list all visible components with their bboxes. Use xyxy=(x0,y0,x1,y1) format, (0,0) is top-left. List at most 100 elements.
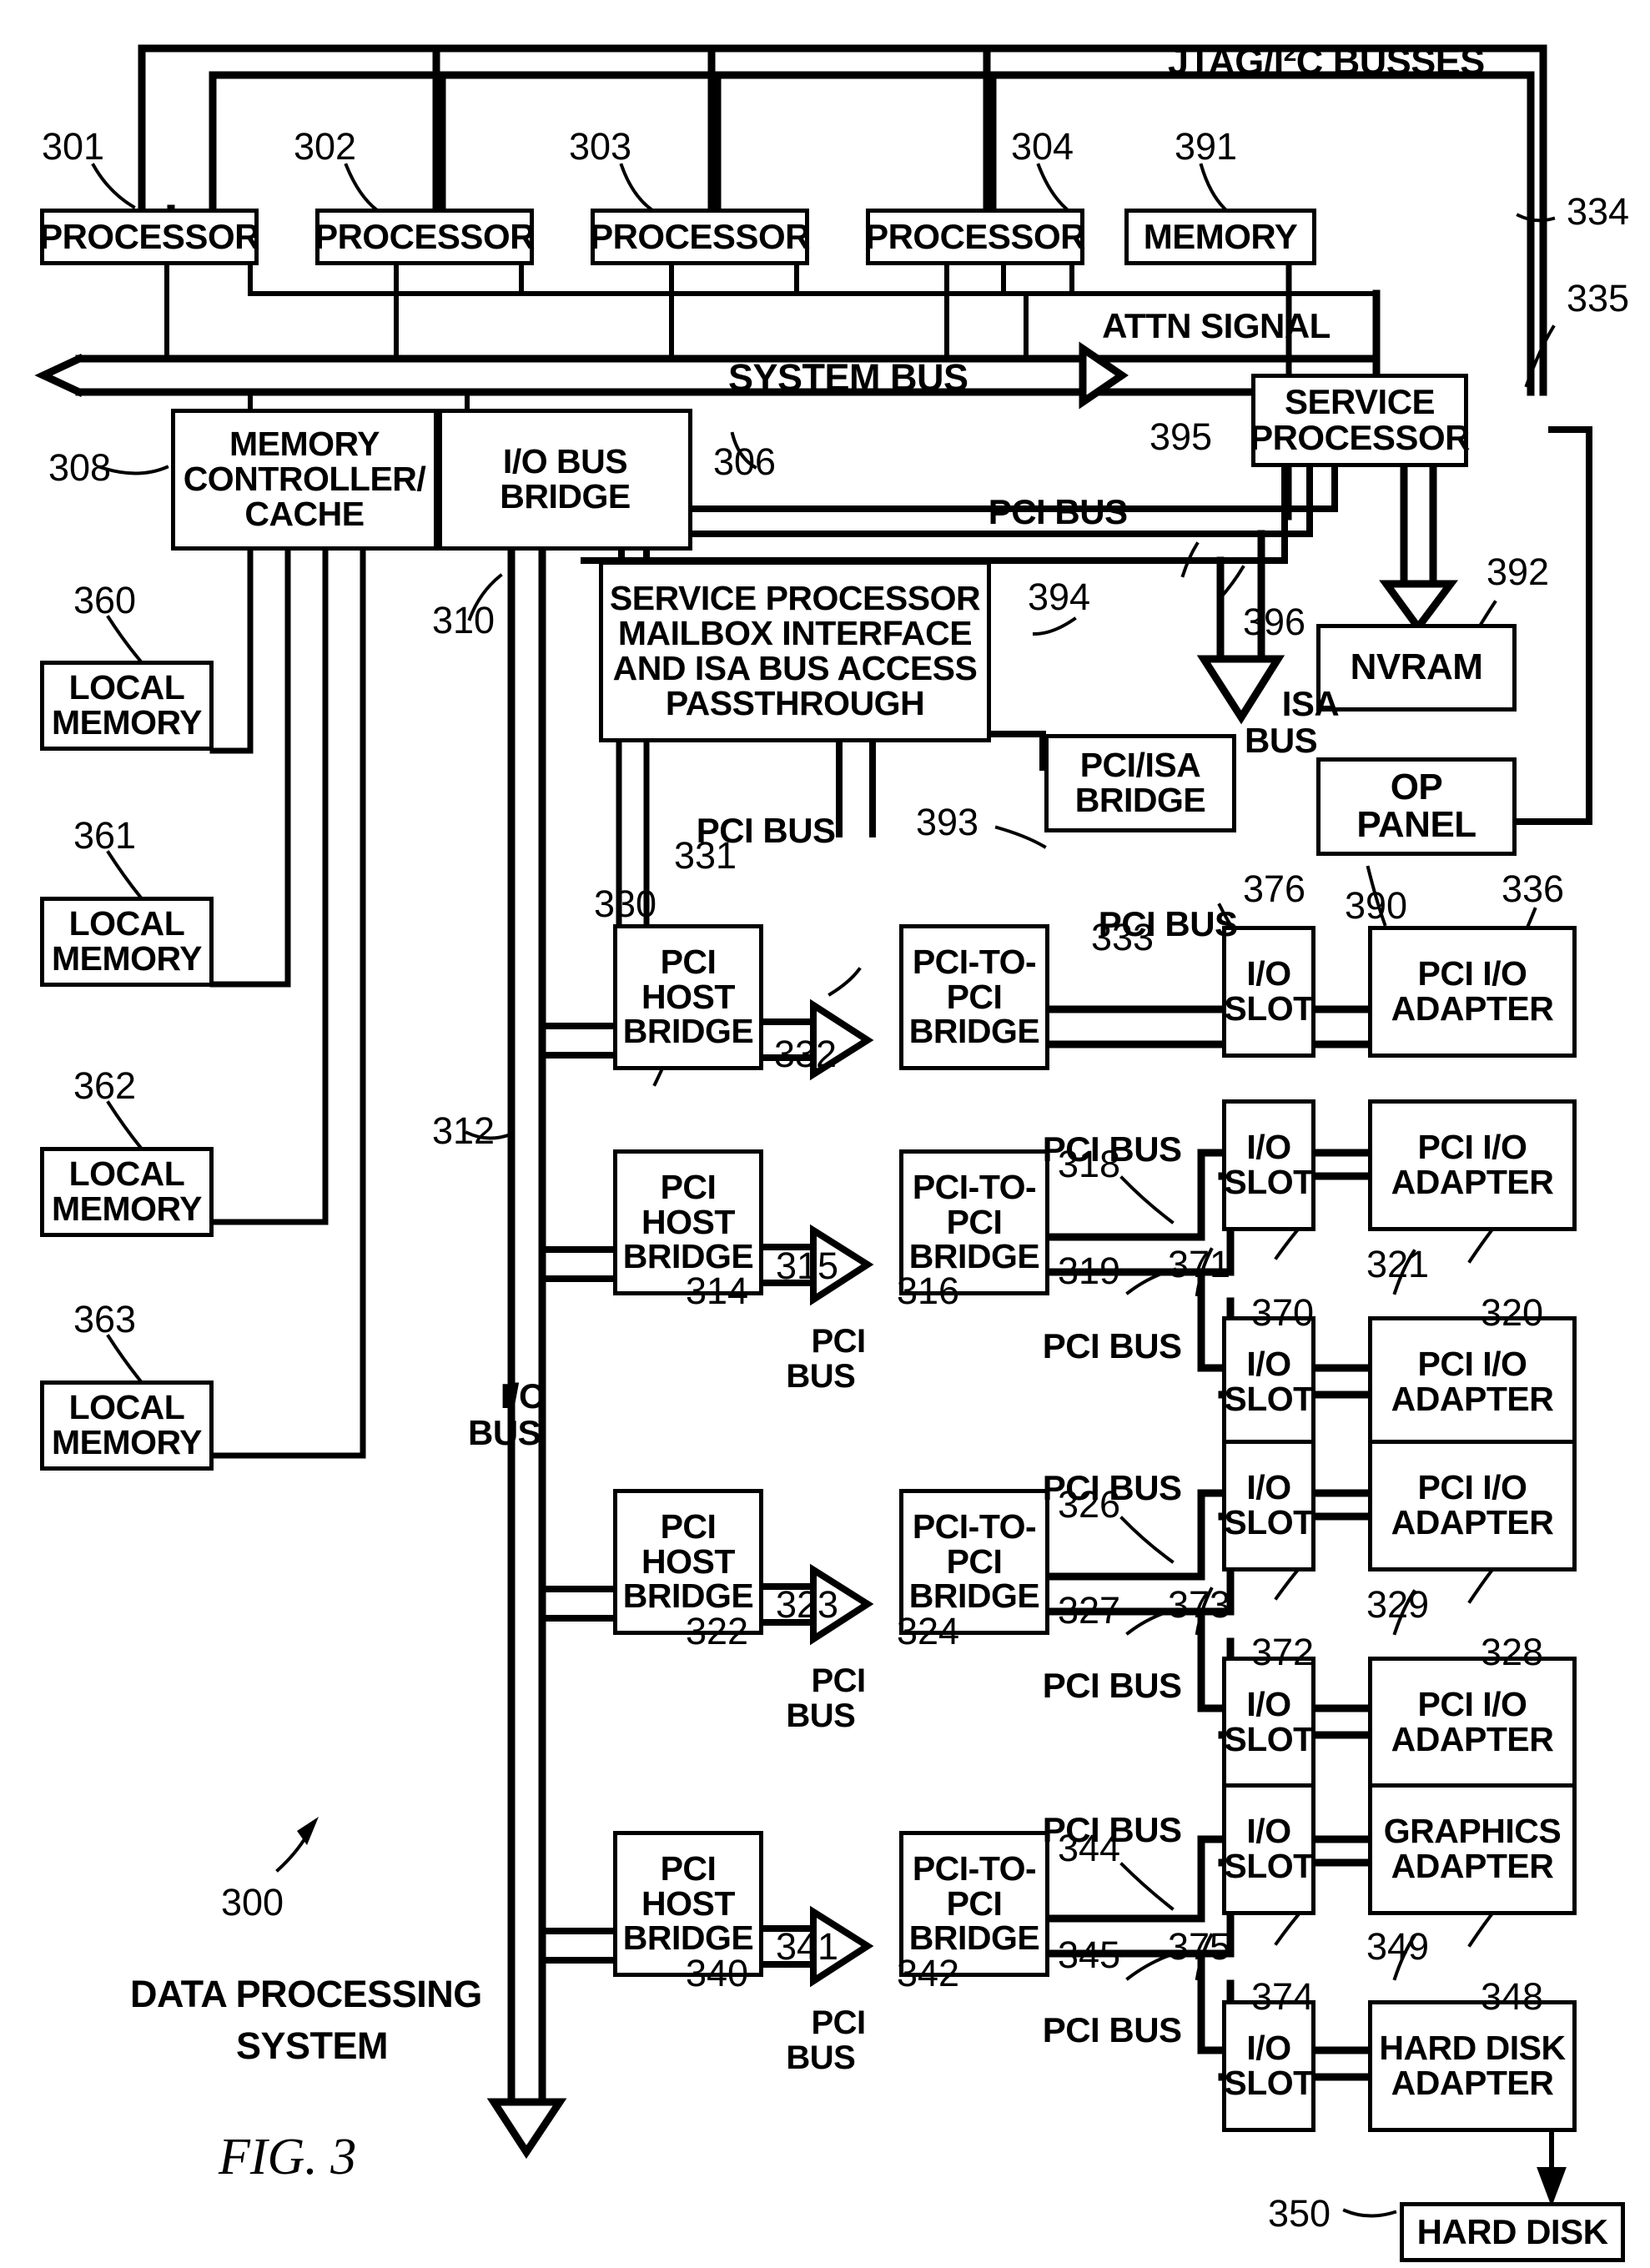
io-bus-text: I/O BUS xyxy=(468,1376,546,1453)
ref-390: 390 xyxy=(1345,884,1408,927)
graphics-adapter-box-348: GRAPHICS ADAPTER xyxy=(1368,1783,1577,1915)
figure-caption-text: FIG. 3 xyxy=(219,2129,357,2185)
system-title-line2: SYSTEM xyxy=(196,1987,389,2068)
hard-disk-label: HARD DISK xyxy=(1416,2211,1608,2251)
pci-to-pci-bridge-box-332: PCI-TO- PCI BRIDGE xyxy=(899,924,1049,1070)
ref-330: 330 xyxy=(594,883,657,925)
io-slot-box-373: I/O SLOT xyxy=(1222,1657,1315,1788)
memory-controller-label: MEMORY CONTROLLER/ CACHE xyxy=(183,425,426,533)
io-slot-box-375: I/O SLOT xyxy=(1222,2000,1315,2132)
io-slot-label: I/O SLOT xyxy=(1224,1685,1314,1758)
op-panel-label: OP PANEL xyxy=(1356,767,1476,845)
ref-363: 363 xyxy=(73,1298,137,1340)
ref-335: 335 xyxy=(1567,277,1630,319)
local-memory-box-362: LOCAL MEMORY xyxy=(40,1147,214,1237)
pci-bus-label-345: PCI BUS xyxy=(1005,1975,1182,2049)
ref-333: 333 xyxy=(1091,916,1154,958)
ref-319: 319 xyxy=(1058,1250,1121,1292)
processor-label: PROCESSOR xyxy=(39,216,259,256)
pci-bus-395-text: PCI BUS xyxy=(988,492,1128,532)
pci-to-pci-bridge-label: PCI-TO- PCI BRIDGE xyxy=(908,942,1040,1051)
ref-340: 340 xyxy=(686,1952,749,1994)
service-processor-box: SERVICE PROCESSOR xyxy=(1250,374,1470,467)
pci-bus-395-label: PCI BUS xyxy=(951,457,1128,531)
hard-disk-adapter-label: HARD DISK ADAPTER xyxy=(1379,2029,1566,2102)
ref-322: 322 xyxy=(686,1610,749,1652)
ref-349: 349 xyxy=(1366,1925,1430,1968)
pci-io-adapter-box-329: PCI I/O ADAPTER xyxy=(1368,1657,1577,1788)
ref-371: 371 xyxy=(1168,1243,1231,1285)
pci-io-adapter-label: PCI I/O ADAPTER xyxy=(1391,1128,1554,1201)
ref-310: 310 xyxy=(432,599,496,641)
ref-341: 341 xyxy=(776,1925,839,1968)
ref-321: 321 xyxy=(1366,1243,1430,1285)
pci-io-adapter-label: PCI I/O ADAPTER xyxy=(1391,1345,1554,1418)
op-panel-box: OP PANEL xyxy=(1316,757,1517,856)
pci-bus-text: PCI BUS xyxy=(1042,2010,1182,2050)
pci-bus-text: PCI BUS xyxy=(1042,1326,1182,1366)
pci-to-pci-bridge-label: PCI-TO- PCI BRIDGE xyxy=(908,1848,1040,1958)
memory-controller-cache-box: MEMORY CONTROLLER/ CACHE xyxy=(171,409,438,551)
ref-394: 394 xyxy=(1028,576,1091,618)
local-memory-label: LOCAL MEMORY xyxy=(52,1388,202,1461)
mid-bus-text: PCI BUS xyxy=(786,1323,866,1395)
mid-bus-text: PCI BUS xyxy=(786,2004,866,2076)
system-bus-text: SYSTEM BUS xyxy=(728,356,968,400)
ref-395: 395 xyxy=(1149,415,1213,458)
ref-324: 324 xyxy=(897,1610,960,1652)
processor-label: PROCESSOR xyxy=(314,216,535,256)
io-bus-bridge-label: I/O BUS BRIDGE xyxy=(500,442,631,515)
ref-391: 391 xyxy=(1175,125,1238,168)
jtag-label-part1: JTAG/I xyxy=(1168,40,1284,83)
pci-io-adapter-label: PCI I/O ADAPTER xyxy=(1391,954,1554,1028)
jtag-label-part2: C BUSSES xyxy=(1295,40,1486,83)
nvram-box: NVRAM xyxy=(1316,624,1517,712)
processor-box-304: PROCESSOR xyxy=(865,209,1085,265)
ref-320: 320 xyxy=(1481,1291,1544,1334)
local-memory-box-360: LOCAL MEMORY xyxy=(40,661,214,751)
ref-302: 302 xyxy=(294,125,357,168)
mid-bus-label-323: PCI BUS xyxy=(776,1628,866,1733)
ref-303: 303 xyxy=(569,125,632,168)
ref-329: 329 xyxy=(1366,1583,1430,1626)
io-slot-label: I/O SLOT xyxy=(1224,954,1314,1028)
processor-label: PROCESSOR xyxy=(590,216,810,256)
ref-314: 314 xyxy=(686,1270,749,1312)
pci-host-bridge-box-330: PCI HOST BRIDGE xyxy=(613,924,763,1070)
processor-box-302: PROCESSOR xyxy=(314,209,535,265)
ref-345: 345 xyxy=(1058,1934,1121,1976)
pci-io-adapter-label: PCI I/O ADAPTER xyxy=(1391,1685,1554,1758)
local-memory-box-361: LOCAL MEMORY xyxy=(40,897,214,987)
ref-312: 312 xyxy=(432,1109,496,1152)
pci-io-adapter-box-320: PCI I/O ADAPTER xyxy=(1368,1099,1577,1231)
isa-bus-label: ISA BUS xyxy=(1245,649,1340,759)
pci-bus-text: PCI BUS xyxy=(1042,1666,1182,1706)
ref-316: 316 xyxy=(897,1270,960,1312)
ref-370: 370 xyxy=(1251,1291,1315,1334)
pci-host-bridge-label: PCI HOST BRIDGE xyxy=(622,1848,754,1958)
jtag-bus-label: JTAG/I2C BUSSES xyxy=(1128,2,1485,121)
mid-bus-label-341: PCI BUS xyxy=(776,1970,866,2075)
local-memory-label: LOCAL MEMORY xyxy=(52,668,202,742)
hard-disk-adapter-box-349: HARD DISK ADAPTER xyxy=(1368,2000,1577,2132)
local-memory-box-363: LOCAL MEMORY xyxy=(40,1380,214,1471)
jtag-label-superscript: 2 xyxy=(1283,40,1297,67)
nvram-label: NVRAM xyxy=(1350,646,1483,688)
ref-372: 372 xyxy=(1251,1631,1315,1673)
figure-caption: FIG. 3 xyxy=(167,2069,356,2187)
io-slot-box-374: I/O SLOT xyxy=(1222,1783,1315,1915)
system-title-text2: SYSTEM xyxy=(236,2024,389,2068)
ref-392: 392 xyxy=(1487,551,1550,593)
ref-328: 328 xyxy=(1481,1631,1544,1673)
ref-326: 326 xyxy=(1058,1483,1121,1526)
memory-label: MEMORY xyxy=(1143,216,1298,256)
ref-375: 375 xyxy=(1168,1925,1231,1968)
ref-301: 301 xyxy=(42,125,105,168)
ref-334: 334 xyxy=(1567,190,1630,233)
pci-io-adapter-box-321: PCI I/O ADAPTER xyxy=(1368,1316,1577,1448)
patent-figure-3: PROCESSOR 301 PROCESSOR 302 PROCESSOR 30… xyxy=(0,0,1650,2268)
graphics-adapter-label: GRAPHICS ADAPTER xyxy=(1383,1812,1562,1885)
pci-io-adapter-box-328: PCI I/O ADAPTER xyxy=(1368,1440,1577,1572)
io-slot-box-371: I/O SLOT xyxy=(1222,1316,1315,1448)
system-bus-label: SYSTEM BUS xyxy=(688,319,968,398)
